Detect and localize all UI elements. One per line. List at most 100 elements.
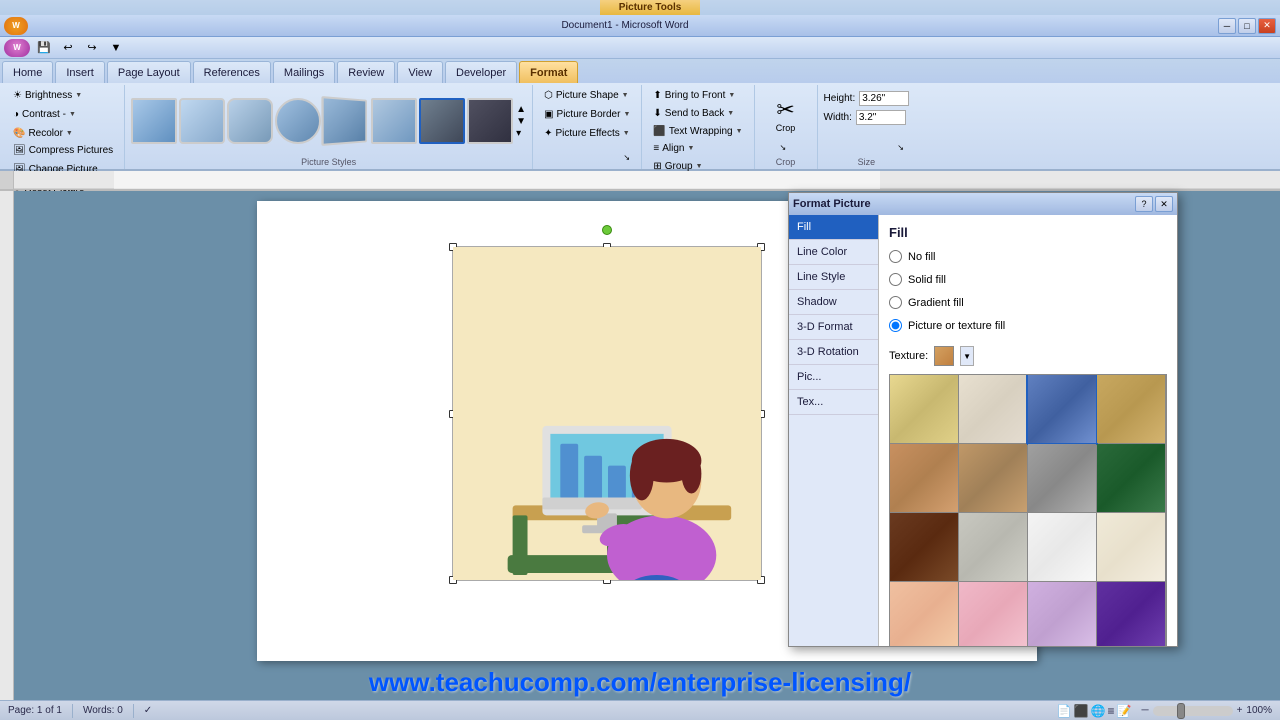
rotation-handle[interactable] <box>602 225 612 235</box>
no-fill-radio[interactable] <box>889 250 902 263</box>
send-to-back-btn[interactable]: ⬇ Send to Back ▼ <box>648 105 739 122</box>
style-2[interactable] <box>179 98 225 144</box>
recolor-btn[interactable]: 🎨 Recolor ▼ <box>8 125 78 142</box>
bring-to-front-btn[interactable]: ⬆ Bring to Front ▼ <box>648 87 740 104</box>
nav-line-style[interactable]: Line Style <box>789 265 878 290</box>
texture-preview[interactable] <box>934 346 954 366</box>
nav-tex[interactable]: Tex... <box>789 390 878 415</box>
crop-btn[interactable]: ✂ Crop <box>761 94 811 136</box>
picture-styles-dialog-launcher[interactable]: ↘ <box>623 153 635 165</box>
nav-3d-rotation[interactable]: 3-D Rotation <box>789 340 878 365</box>
texture-light-purple[interactable] <box>1028 582 1096 646</box>
customize-qat-btn[interactable]: ▼ <box>106 39 126 57</box>
tab-view[interactable]: View <box>397 61 443 83</box>
office-orb[interactable]: W <box>4 39 30 57</box>
office-logo[interactable]: W <box>4 17 28 35</box>
style-1[interactable] <box>131 98 177 144</box>
texture-light-yellow[interactable] <box>1166 513 1167 581</box>
undo-btn[interactable]: ↩ <box>58 39 78 57</box>
tab-mailings[interactable]: Mailings <box>273 61 335 83</box>
solid-fill-radio[interactable] <box>889 273 902 286</box>
style-8[interactable] <box>467 98 513 144</box>
redo-btn[interactable]: ↪ <box>82 39 102 57</box>
view-print-btn[interactable]: 📄 <box>1057 704 1072 718</box>
nav-line-color[interactable]: Line Color <box>789 240 878 265</box>
gradient-fill-option[interactable]: Gradient fill <box>889 296 1167 309</box>
view-fullscreen-btn[interactable]: ⬛ <box>1074 704 1089 718</box>
dialog-close-btn[interactable]: ✕ <box>1155 196 1173 212</box>
compress-btn[interactable]: 🖼 Compress Pictures <box>8 142 118 159</box>
view-outline-btn[interactable]: ≡ <box>1108 704 1115 718</box>
texture-dropdown[interactable]: ▼ <box>960 346 974 366</box>
title-text: Document1 - Microsoft Word <box>32 20 1218 31</box>
zoom-in-btn[interactable]: + <box>1237 705 1243 716</box>
style-7[interactable] <box>419 98 465 144</box>
minimize-btn[interactable]: ─ <box>1218 18 1236 34</box>
texture-white-tissue[interactable] <box>1028 513 1096 581</box>
styles-more[interactable]: ▾ <box>516 128 526 139</box>
style-6[interactable] <box>371 98 417 144</box>
texture-brown-paper[interactable] <box>890 444 958 512</box>
format-picture-dialog: Format Picture ? ✕ Fill Line Color Line … <box>788 192 1178 647</box>
texture-blue-weave[interactable] <box>1028 375 1096 443</box>
solid-fill-option[interactable]: Solid fill <box>889 273 1167 286</box>
width-input[interactable] <box>856 110 906 125</box>
view-web-btn[interactable]: 🌐 <box>1091 704 1106 718</box>
style-5[interactable] <box>322 96 368 146</box>
save-btn[interactable]: 💾 <box>34 39 54 57</box>
texture-purple[interactable] <box>1097 582 1165 646</box>
texture-water[interactable] <box>1166 375 1167 443</box>
texture-burlap[interactable] <box>1097 375 1165 443</box>
group-adjust: ☀ Brightness ▼ ◑ Contrast - ▼ 🎨 Recolor … <box>2 85 125 169</box>
crop-dialog-launcher[interactable]: ↘ <box>780 143 792 155</box>
styles-scroll-down[interactable]: ▼ <box>516 116 526 127</box>
view-draft-btn[interactable]: 📝 <box>1117 704 1132 718</box>
picture-effects-btn[interactable]: ✦ Picture Effects ▼ <box>539 125 635 142</box>
nav-pic[interactable]: Pic... <box>789 365 878 390</box>
dialog-help-btn[interactable]: ? <box>1135 196 1153 212</box>
texture-green-marble[interactable] <box>1097 444 1165 512</box>
nav-shadow[interactable]: Shadow <box>789 290 878 315</box>
texture-light-blue[interactable] <box>1166 582 1167 646</box>
style-4[interactable] <box>275 98 321 144</box>
texture-cream[interactable] <box>1097 513 1165 581</box>
texture-white-marble[interactable] <box>1166 444 1167 512</box>
brightness-btn[interactable]: ☀ Brightness ▼ <box>8 87 87 104</box>
tab-page-layout[interactable]: Page Layout <box>107 61 191 83</box>
texture-peach[interactable] <box>890 582 958 646</box>
zoom-slider[interactable] <box>1153 706 1233 716</box>
picture-frame[interactable] <box>452 246 762 581</box>
tab-developer[interactable]: Developer <box>445 61 517 83</box>
tab-review[interactable]: Review <box>337 61 395 83</box>
picture-shape-btn[interactable]: ⬡ Picture Shape ▼ <box>539 87 634 104</box>
text-wrapping-btn[interactable]: ⬛ Text Wrapping ▼ <box>648 123 747 140</box>
picture-texture-fill-option[interactable]: Picture or texture fill <box>889 319 1167 332</box>
tab-insert[interactable]: Insert <box>55 61 105 83</box>
nav-fill[interactable]: Fill <box>789 215 878 240</box>
nav-3d-format[interactable]: 3-D Format <box>789 315 878 340</box>
gradient-fill-radio[interactable] <box>889 296 902 309</box>
size-dialog-launcher[interactable]: ↘ <box>897 143 909 155</box>
tab-references[interactable]: References <box>193 61 271 83</box>
texture-granite[interactable] <box>1028 444 1096 512</box>
texture-sand[interactable] <box>890 375 958 443</box>
maximize-btn[interactable]: □ <box>1238 18 1256 34</box>
zoom-out-btn[interactable]: ─ <box>1141 705 1148 716</box>
proof-check[interactable]: ✓ <box>144 705 152 716</box>
picture-texture-fill-radio[interactable] <box>889 319 902 332</box>
texture-linen[interactable] <box>959 375 1027 443</box>
texture-pink[interactable] <box>959 582 1027 646</box>
style-3[interactable] <box>227 98 273 144</box>
texture-wood[interactable] <box>959 444 1027 512</box>
align-btn[interactable]: ≡ Align ▼ <box>648 140 699 157</box>
height-input[interactable] <box>859 91 909 106</box>
contrast-btn[interactable]: ◑ Contrast - ▼ <box>8 106 81 123</box>
no-fill-option[interactable]: No fill <box>889 250 1167 263</box>
close-btn[interactable]: ✕ <box>1258 18 1276 34</box>
texture-dark-wood[interactable] <box>890 513 958 581</box>
tab-format[interactable]: Format <box>519 61 578 83</box>
texture-newsprint[interactable] <box>959 513 1027 581</box>
picture-border-btn[interactable]: ▣ Picture Border ▼ <box>539 106 635 123</box>
tab-home[interactable]: Home <box>2 61 53 83</box>
styles-scroll-up[interactable]: ▲ <box>516 104 526 115</box>
